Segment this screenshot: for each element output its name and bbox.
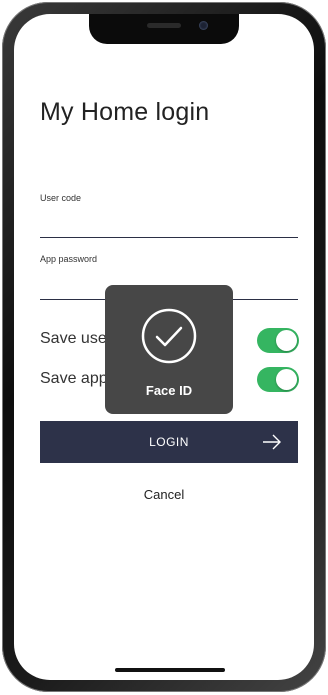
toggle-knob (276, 369, 297, 390)
speaker-grille (147, 23, 181, 28)
toggle-knob (276, 330, 297, 351)
app-password-label: App password (40, 254, 98, 264)
face-id-label: Face ID (145, 383, 193, 398)
save-user-code-toggle[interactable] (257, 328, 299, 353)
phone-notch (89, 14, 239, 44)
home-indicator[interactable] (115, 668, 225, 672)
login-button-label: LOGIN (149, 435, 189, 449)
user-code-label: User code (40, 193, 82, 203)
app-screen: My Home login User code App password Sav… (14, 14, 314, 680)
page-title: My Home login (40, 98, 210, 126)
user-code-input[interactable] (40, 212, 298, 236)
front-camera-icon (199, 21, 208, 30)
user-code-underline (40, 237, 298, 238)
login-button[interactable]: LOGIN (40, 421, 298, 463)
arrow-right-icon (263, 434, 281, 450)
checkmark-circle-icon (141, 308, 197, 364)
cancel-link[interactable]: Cancel (14, 487, 314, 502)
phone-frame: My Home login User code App password Sav… (2, 2, 326, 692)
save-app-password-toggle[interactable] (257, 367, 299, 392)
face-id-overlay: Face ID (105, 285, 233, 414)
